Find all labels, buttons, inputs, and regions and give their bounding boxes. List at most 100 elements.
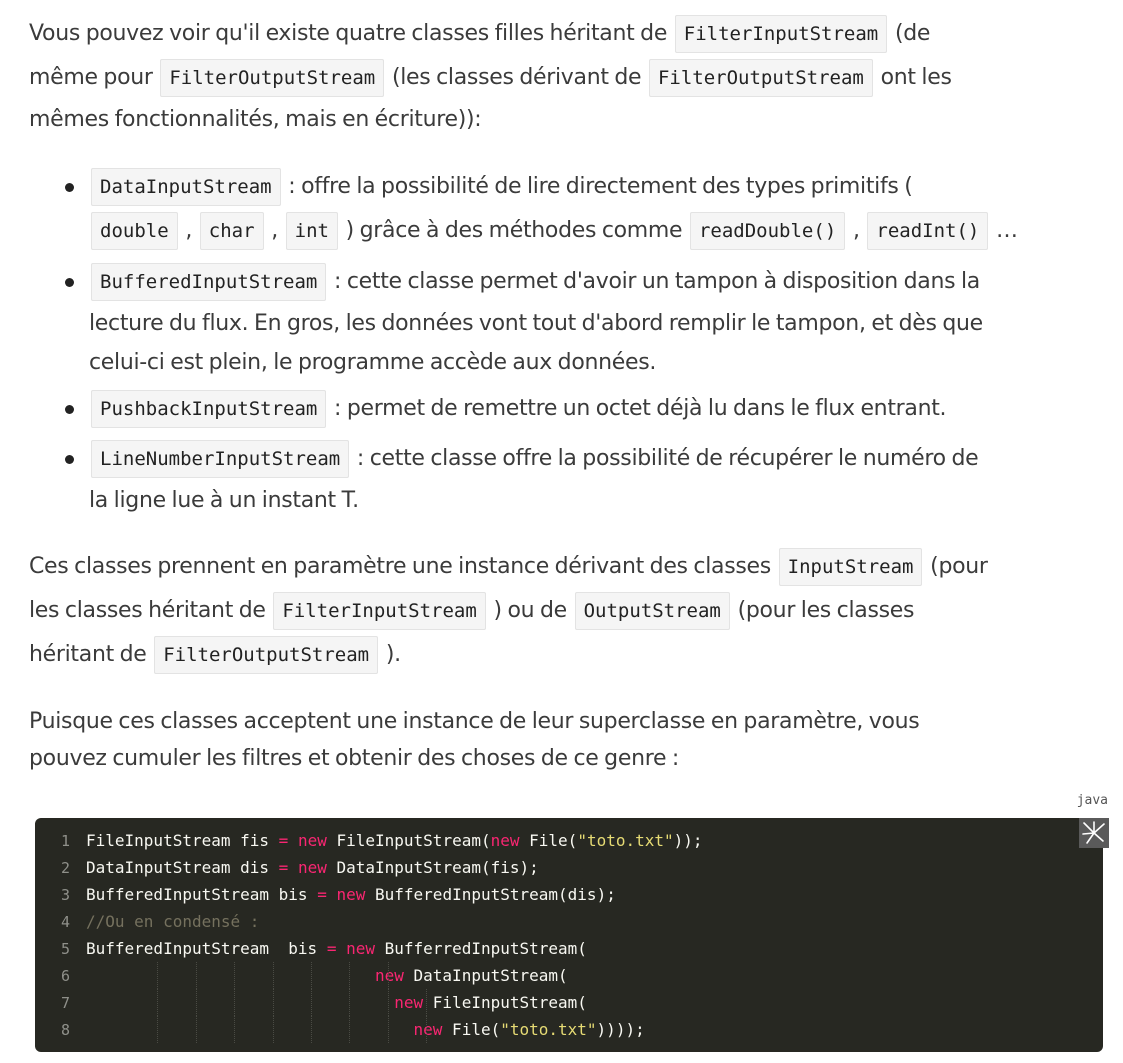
- indent-guide: [311, 1016, 312, 1043]
- inline-code-char: char: [199, 212, 264, 250]
- indent-guide: [272, 962, 274, 989]
- text: (pour: [930, 554, 988, 579]
- text: héritant de: [29, 642, 147, 667]
- para-line: Puisque ces classes acceptent une instan…: [29, 709, 920, 734]
- indent-guide: [272, 989, 274, 1016]
- bullet-icon: [65, 183, 74, 192]
- text: même pour: [29, 65, 153, 90]
- bullet-icon: [65, 278, 74, 287]
- inline-code-readdouble: readDouble(): [689, 212, 846, 250]
- code-lines: 1 FileInputStream fis = new FileInputStre…: [35, 827, 703, 1043]
- code-token: =: [278, 831, 289, 850]
- inline-code-filteroutputstream: FilterOutputStream: [648, 59, 873, 97]
- para-line: Ces classes prennent en paramètre une in…: [29, 545, 1103, 589]
- list-item: DataInputStream : offre la possibilité d…: [29, 165, 1103, 253]
- inline-code-datainputstream: DataInputStream: [91, 168, 281, 206]
- text: (de: [894, 21, 931, 46]
- text: : cette classe permet d'avoir un tampon …: [334, 269, 980, 294]
- code-line: 6 new DataInputStream(: [35, 962, 703, 989]
- code-token: DataInputStream(: [403, 966, 568, 985]
- article-page: Vous pouvez voir qu'il existe quatre cla…: [0, 0, 1123, 1063]
- intro-line-1: Vous pouvez voir qu'il existe quatre cla…: [29, 12, 1103, 56]
- code-token: "toto.txt": [500, 1020, 597, 1039]
- line-number: 2: [60, 859, 70, 877]
- indent-guide: [157, 1016, 159, 1043]
- line-number: 3: [60, 886, 70, 904]
- list-item-line: la ligne lue à un instant T.: [89, 488, 359, 513]
- code-token: FileInputStream fis: [86, 831, 279, 850]
- inline-code-outputstream: OutputStream: [574, 592, 730, 630]
- para-line: héritant de FilterOutputStream ).: [29, 633, 1103, 677]
- list-item-line: PushbackInputStream : permet de remettre…: [89, 387, 1103, 431]
- line-number: 5: [60, 940, 70, 958]
- indent-guide: [234, 962, 236, 989]
- text: ).: [385, 642, 401, 667]
- inline-code-filteroutputstream: FilterOutputStream: [154, 636, 379, 674]
- line-number: 8: [60, 1021, 70, 1039]
- para-line: pouvez cumuler les filtres et obtenir de…: [29, 746, 680, 771]
- code-line: 4 //Ou en condensé :: [35, 908, 703, 935]
- code-token: new: [490, 831, 520, 850]
- indent-guide: [311, 989, 312, 1016]
- text: (pour les classes: [737, 598, 915, 623]
- text: : permet de remettre un octet déjà lu da…: [334, 396, 947, 421]
- line-number: 4: [60, 913, 70, 931]
- list-item: BufferedInputStream : cette classe perme…: [29, 260, 1103, 382]
- code-token: new: [297, 831, 327, 850]
- code-line: 5 BufferedInputStream bis = new Bufferred…: [35, 935, 703, 962]
- code-line: 8 new File("toto.txt"))));: [35, 1016, 703, 1043]
- code-token: //Ou en condensé :: [86, 912, 260, 931]
- code-token: new: [413, 1020, 443, 1039]
- code-token: new: [297, 858, 327, 877]
- intro-paragraph: Vous pouvez voir qu'il existe quatre cla…: [29, 12, 1103, 139]
- text: Vous pouvez voir qu'il existe quatre cla…: [29, 21, 668, 46]
- indent-guide: [426, 1016, 428, 1043]
- code-language-label: java: [1076, 793, 1108, 808]
- text: Ces classes prennent en paramètre une in…: [29, 554, 771, 579]
- text: : offre la possibilité de lire directeme…: [288, 174, 913, 199]
- code-token: FileInputStream(: [423, 993, 587, 1012]
- text: …: [996, 218, 1018, 243]
- code-token: ));: [673, 831, 703, 850]
- code-token: new: [394, 993, 424, 1012]
- intro-line-2: même pour FilterOutputStream (les classe…: [29, 56, 1103, 100]
- code-token: DataInputStream(fis);: [326, 858, 539, 877]
- indent-guide: [234, 989, 236, 1016]
- line-number: 6: [60, 967, 70, 985]
- intro-line-3: mêmes fonctionnalités, mais en écriture)…: [29, 107, 482, 132]
- indent-guide: [157, 962, 159, 989]
- text: les classes héritant de: [29, 598, 266, 623]
- code-token: FileInputStream(: [326, 831, 491, 850]
- text: ont les: [880, 65, 952, 90]
- inline-code-readint: readInt(): [867, 212, 989, 250]
- list-item-line: DataInputStream : offre la possibilité d…: [89, 165, 1103, 209]
- cumulate-paragraph: Puisque ces classes acceptent une instan…: [29, 700, 1103, 778]
- inline-code-linenumberinputstream: LineNumberInputStream: [91, 440, 350, 478]
- para-line: les classes héritant de FilterInputStrea…: [29, 589, 1103, 633]
- inline-code-double: double: [91, 212, 178, 250]
- code-token: ))));: [596, 1020, 645, 1039]
- indent-guide: [311, 962, 312, 989]
- text: ) ou de: [493, 598, 568, 623]
- text: ) grâce à des méthodes comme: [345, 218, 683, 243]
- expand-code-button[interactable]: [1079, 818, 1109, 848]
- indent-guide: [387, 962, 389, 989]
- code-token: new: [336, 885, 366, 904]
- indent-guide: [272, 1016, 274, 1043]
- code-line: 1 FileInputStream fis = new FileInputStre…: [35, 827, 703, 854]
- indent-guide: [234, 1016, 236, 1043]
- code-token: BufferedInputStream bis: [86, 939, 327, 958]
- indent-guide: [387, 989, 389, 1016]
- text: ,: [852, 218, 860, 243]
- list-item-line: LineNumberInputStream : cette classe off…: [89, 437, 1103, 481]
- parameter-paragraph: Ces classes prennent en paramètre une in…: [29, 545, 1103, 677]
- line-number: 1: [60, 832, 70, 850]
- indent-guide: [195, 962, 197, 989]
- list-item: PushbackInputStream : permet de remettre…: [29, 387, 1103, 431]
